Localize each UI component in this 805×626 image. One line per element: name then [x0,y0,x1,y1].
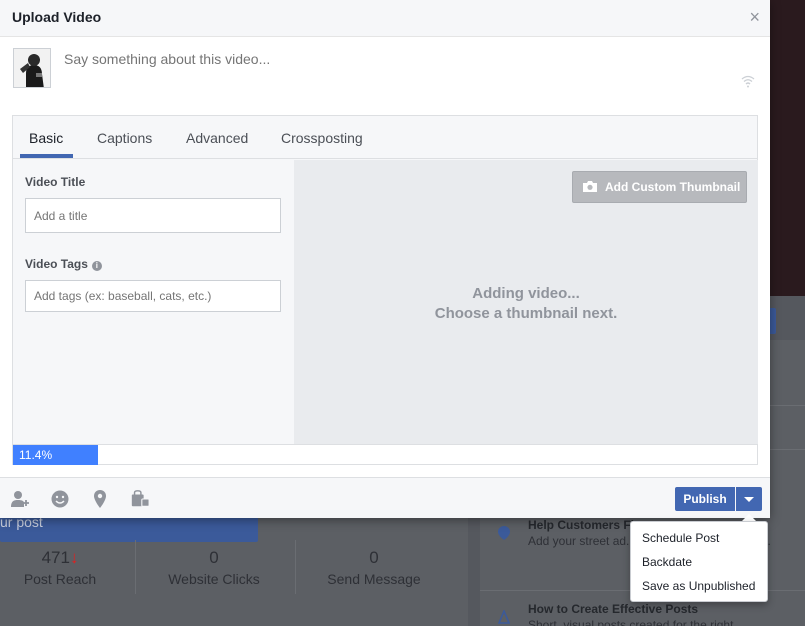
tip-title: How to Create Effective Posts [528,602,699,616]
background-stat-messages: 0 Send Message [299,548,449,587]
triangle-tip-icon [498,610,510,624]
dialog-title: Upload Video [12,9,102,25]
map-pin-icon [498,526,510,540]
stat-value: 0 [209,548,219,567]
stat-value: 471 [41,548,70,567]
active-tab-indicator [20,154,73,158]
video-title-label: Video Title [25,175,86,189]
video-settings-panel: Basic Captions Advanced Crossposting Vid… [12,115,758,465]
publish-options-button[interactable] [736,487,762,511]
tip-body: Short, visual posts created for the righ… [528,618,734,626]
basic-form: Video Title Video Tagsi [13,160,294,444]
menu-item-backdate[interactable]: Backdate [642,555,692,569]
background-stat-clicks: 0 Website Clicks [139,548,289,587]
publish-button[interactable]: Publish [675,487,735,511]
preview-status-line1: Adding video... [472,285,580,302]
upload-progress-label: 11.4% [19,448,53,462]
video-title-input[interactable] [25,198,281,233]
feeling-icon[interactable] [50,489,70,509]
tab-basic[interactable]: Basic [29,130,63,146]
publish-options-menu: Schedule Post Backdate Save as Unpublish… [630,521,768,602]
shop-bag-icon[interactable] [130,489,150,509]
thumbnail-preview: Add Custom Thumbnail Adding video... Cho… [294,160,758,444]
composer-input[interactable] [64,51,664,67]
preview-status-line2: Choose a thumbnail next. [434,305,618,322]
upload-video-dialog: Upload Video × Basic Captions Advanced C… [0,0,770,518]
chevron-down-icon [744,497,754,502]
close-icon[interactable]: × [749,8,760,26]
menu-item-schedule-post[interactable]: Schedule Post [642,531,719,545]
location-icon[interactable] [90,489,110,509]
menu-item-save-unpublished[interactable]: Save as Unpublished [642,579,755,593]
avatar [13,48,51,88]
background-video-strip [770,0,805,296]
dialog-header: Upload Video × [0,0,770,37]
dialog-footer: Publish [0,477,770,518]
stat-label: Website Clicks [168,571,260,587]
tab-captions[interactable]: Captions [97,130,152,146]
stat-label: Post Reach [23,571,97,587]
tag-people-icon[interactable] [10,489,30,509]
background-divider [295,540,296,594]
video-tags-label: Video Tags [25,257,88,271]
background-stat-reach: 471↓ Post Reach [0,548,135,587]
video-tags-label-row: Video Tags i [25,257,102,271]
privacy-signal-icon[interactable] [741,74,755,88]
stat-value: 0 [369,548,379,567]
thumbnail-button-label: Add Custom Thumbnail [605,180,741,194]
upload-progress-bar: 11.4% [13,444,757,465]
tab-bar: Basic Captions Advanced Crossposting [13,116,757,159]
stat-label: Send Message [327,571,421,587]
background-divider [135,540,136,594]
tab-crossposting[interactable]: Crossposting [281,130,363,146]
trend-down-icon: ↓ [69,548,79,567]
camera-icon [583,181,597,192]
tab-advanced[interactable]: Advanced [186,130,248,146]
add-custom-thumbnail-button[interactable]: Add Custom Thumbnail [572,171,747,203]
dropdown-pointer [742,514,756,521]
info-icon[interactable]: i [91,261,102,271]
video-tags-input[interactable] [25,280,281,312]
background-tip: How to Create Effective Posts Short, vis… [528,601,798,626]
